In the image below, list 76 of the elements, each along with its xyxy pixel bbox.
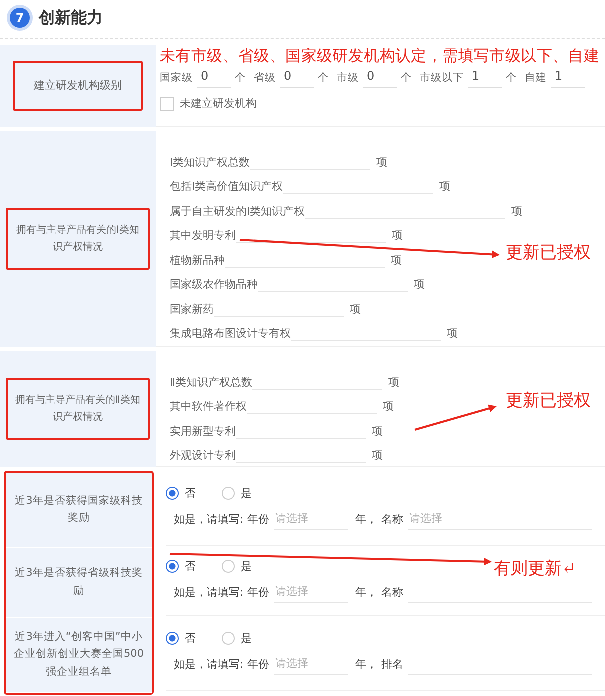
radio-label: 是 bbox=[241, 558, 252, 574]
field-label: 年份 bbox=[248, 657, 270, 672]
unit-label: 项 bbox=[414, 277, 425, 292]
field-label: 拥有与主导产品有关的Ⅱ类知识产权情况 bbox=[6, 378, 150, 440]
unit-label: 年， bbox=[356, 512, 378, 527]
field-label: 近3年是否获得省级科技奖励 bbox=[14, 566, 144, 598]
unit-label: 个 bbox=[506, 70, 517, 84]
count-field[interactable]: 0 bbox=[280, 67, 314, 88]
radio-button[interactable] bbox=[222, 487, 235, 500]
level-label: 国家级 bbox=[160, 70, 193, 84]
radio-label: 是 bbox=[241, 631, 252, 646]
unit-label: 项 bbox=[439, 179, 450, 194]
radio-label: 否 bbox=[185, 486, 196, 501]
field-label: 其中发明专利 bbox=[170, 228, 236, 243]
radio-button[interactable] bbox=[166, 560, 179, 572]
field-label: 实用新型专利 bbox=[170, 424, 236, 438]
field-label: 植物新品种 bbox=[170, 252, 225, 268]
field-label: 拥有与主导产品有关的Ⅰ类知识产权情况 bbox=[6, 208, 150, 270]
step-number-badge: 7 bbox=[10, 8, 30, 28]
field-label: 近3年是否获得国家级科技奖励 bbox=[14, 494, 144, 526]
prompt-text: 如是，请填写: bbox=[174, 512, 244, 527]
unit-label: 年， bbox=[356, 657, 378, 672]
field-label: 名称 bbox=[382, 584, 404, 600]
prompt-text: 如是，请填写: bbox=[174, 584, 244, 600]
field-label: 国家级农作物品种 bbox=[170, 277, 258, 292]
unit-label: 项 bbox=[372, 424, 383, 438]
unit-label: 项 bbox=[383, 399, 394, 414]
field-label: Ⅰ类知识产权总数 bbox=[170, 154, 250, 170]
radio-button[interactable] bbox=[166, 487, 179, 500]
field-label: 外观设计专利 bbox=[170, 448, 236, 463]
checkbox-label: 未建立研发机构 bbox=[180, 96, 257, 111]
count-field[interactable]: 1 bbox=[551, 67, 585, 88]
unit-label: 项 bbox=[392, 228, 403, 243]
radio-button[interactable] bbox=[222, 560, 235, 572]
radio-label: 否 bbox=[185, 558, 196, 574]
radio-label: 否 bbox=[185, 631, 196, 646]
unit-label: 项 bbox=[350, 302, 361, 316]
unit-label: 个 bbox=[318, 70, 329, 84]
field-label: 国家新药 bbox=[170, 302, 214, 316]
annotation-text: 未有市级、省级、国家级研发机构认定，需填写市级以下、自建 bbox=[160, 47, 601, 65]
checkbox[interactable] bbox=[160, 96, 174, 110]
field-label: 名称 bbox=[382, 512, 404, 527]
section-title: 创新能力 bbox=[39, 8, 103, 28]
radio-label: 是 bbox=[241, 486, 252, 501]
annotation-text: 更新已授权 bbox=[506, 242, 591, 264]
field-label: 年份 bbox=[248, 512, 270, 527]
unit-label: 个 bbox=[401, 70, 412, 84]
annotation-text: 有则更新↵ bbox=[494, 558, 576, 580]
unit-label: 项 bbox=[372, 448, 383, 463]
field-label: 建立研发机构级别 bbox=[13, 60, 143, 112]
field-label: Ⅱ类知识产权总数 bbox=[170, 374, 252, 390]
prompt-text: 如是，请填写: bbox=[174, 657, 244, 672]
field-label: 属于自主研发的Ⅰ类知识产权 bbox=[170, 204, 306, 218]
level-label: 省级 bbox=[254, 70, 276, 84]
level-label: 自建 bbox=[525, 70, 547, 84]
unit-label: 项 bbox=[376, 154, 388, 170]
count-field[interactable]: 1 bbox=[468, 67, 502, 88]
unit-label: 项 bbox=[388, 374, 400, 390]
count-field[interactable]: 0 bbox=[197, 67, 231, 88]
unit-label: 项 bbox=[391, 252, 402, 268]
annotation-text: 更新已授权 bbox=[506, 390, 591, 412]
level-label: 市级 bbox=[337, 70, 359, 84]
field-label: 包括Ⅰ类高价值知识产权 bbox=[170, 179, 284, 194]
field-label: 年份 bbox=[248, 584, 270, 600]
field-label: 排名 bbox=[382, 657, 404, 672]
level-label: 市级以下 bbox=[420, 70, 464, 84]
field-label: 近3年进入“创客中国”中小企业创新创业大赛全国500强企业组名单 bbox=[12, 630, 146, 680]
radio-button[interactable] bbox=[166, 632, 179, 645]
radio-button[interactable] bbox=[222, 632, 235, 645]
unit-label: 项 bbox=[447, 326, 458, 341]
unit-label: 年， bbox=[356, 584, 378, 600]
field-label: 集成电路布图设计专有权 bbox=[170, 326, 291, 341]
count-field[interactable]: 0 bbox=[363, 67, 397, 88]
unit-label: 项 bbox=[511, 204, 522, 218]
field-label: 其中软件著作权 bbox=[170, 399, 247, 414]
unit-label: 个 bbox=[235, 70, 246, 84]
